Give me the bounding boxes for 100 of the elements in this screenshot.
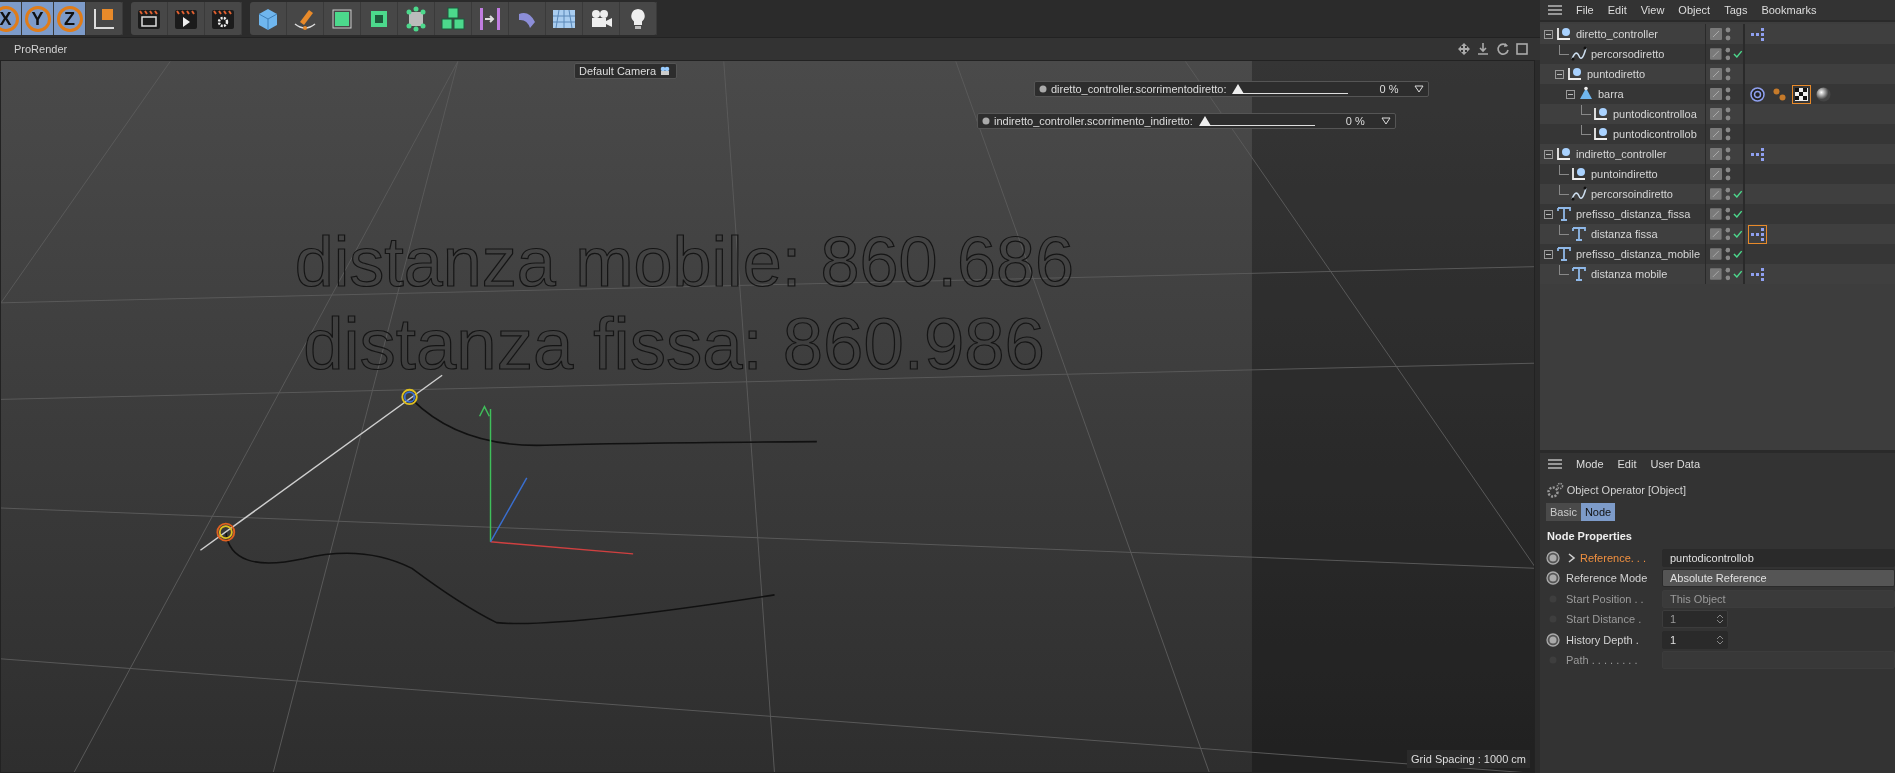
collapse-icon[interactable] bbox=[1544, 29, 1553, 39]
target-tag-icon[interactable] bbox=[1748, 84, 1767, 104]
layer-toggle-icon[interactable] bbox=[1710, 168, 1722, 180]
layer-toggle-icon[interactable] bbox=[1710, 28, 1722, 40]
property-label: Reference. . . bbox=[1580, 550, 1647, 566]
property-label: Path . . . . . . . . bbox=[1566, 653, 1638, 668]
cone-object-icon bbox=[1578, 86, 1594, 102]
layer-toggle-icon[interactable] bbox=[1710, 48, 1722, 60]
layer-toggle-icon[interactable] bbox=[1710, 248, 1722, 260]
layer-toggle-icon[interactable] bbox=[1710, 228, 1722, 240]
property-label: Start Distance . bbox=[1566, 612, 1642, 627]
layer-toggle-icon[interactable] bbox=[1710, 268, 1722, 280]
layer-toggle-icon[interactable] bbox=[1710, 68, 1722, 80]
layer-toggle-icon[interactable] bbox=[1710, 148, 1722, 160]
object-title: Object Operator [Object] bbox=[1566, 483, 1686, 498]
object-row[interactable]: puntodicontrolloa bbox=[1540, 104, 1705, 124]
checkmark-icon[interactable] bbox=[1733, 210, 1743, 218]
layer-toggle-icon[interactable] bbox=[1710, 128, 1722, 140]
slider-thumb[interactable] bbox=[1198, 116, 1211, 126]
checkmark-icon[interactable] bbox=[1733, 230, 1743, 238]
menu-item[interactable]: Mode bbox=[1576, 455, 1604, 473]
number-field[interactable]: 1 bbox=[1662, 630, 1728, 649]
visibility-dots-icon[interactable] bbox=[1725, 107, 1731, 121]
menu-item[interactable]: User Data bbox=[1650, 455, 1701, 473]
tab[interactable]: Node bbox=[1580, 502, 1616, 521]
checkmark-icon[interactable] bbox=[1733, 270, 1743, 278]
checkmark-icon[interactable] bbox=[1733, 50, 1743, 58]
spline-object-icon bbox=[1571, 186, 1587, 202]
object-row[interactable]: distanza fissa bbox=[1540, 224, 1705, 244]
checker-tag-icon[interactable] bbox=[1792, 84, 1811, 104]
visibility-dots-icon[interactable] bbox=[1724, 267, 1731, 281]
layer-toggle-icon[interactable] bbox=[1710, 88, 1722, 100]
rotate-icon[interactable] bbox=[1495, 42, 1510, 56]
menu-item[interactable]: Object bbox=[1678, 1, 1711, 19]
menu-item[interactable]: Edit bbox=[1607, 1, 1627, 19]
maximize-icon[interactable] bbox=[1515, 42, 1529, 56]
object-row[interactable]: distanza mobile bbox=[1540, 264, 1705, 284]
animation-radio-icon[interactable] bbox=[1546, 550, 1560, 565]
dropdown-caret-icon[interactable] bbox=[1380, 117, 1391, 125]
text-object-icon bbox=[1556, 206, 1572, 222]
chevron-right-icon[interactable] bbox=[1566, 552, 1576, 563]
visibility-dots-icon[interactable] bbox=[1725, 67, 1731, 81]
object-row[interactable]: percorsoindiretto bbox=[1540, 184, 1705, 204]
viewport-menu-item[interactable]: ProRender bbox=[14, 40, 68, 58]
collapse-icon[interactable] bbox=[1544, 149, 1553, 159]
field-value: 1 bbox=[1670, 632, 1677, 648]
layer-toggle-icon[interactable] bbox=[1710, 188, 1722, 200]
visibility-dots-icon[interactable] bbox=[1724, 47, 1731, 61]
down-arrow-icon[interactable] bbox=[1476, 42, 1490, 56]
camera-label[interactable]: Default Camera bbox=[574, 63, 678, 79]
object-row[interactable]: puntodiretto bbox=[1540, 64, 1705, 84]
section-heading: Node Properties bbox=[1546, 529, 1633, 544]
collapse-icon[interactable] bbox=[1544, 249, 1553, 259]
text-object-icon bbox=[1571, 266, 1587, 282]
property-label: Reference Mode bbox=[1566, 571, 1648, 586]
visibility-dots-icon[interactable] bbox=[1725, 167, 1731, 181]
animation-radio-icon[interactable] bbox=[1546, 571, 1560, 586]
menu-icon[interactable] bbox=[1548, 5, 1562, 15]
menu-item[interactable]: View bbox=[1640, 1, 1665, 19]
scene-text: distanza mobile: 860.686 bbox=[294, 223, 1074, 301]
slider-label: indiretto_controller.scorrimento_indiretto: bbox=[994, 113, 1193, 129]
menu-icon[interactable] bbox=[1548, 459, 1562, 469]
move-icon[interactable] bbox=[1456, 42, 1471, 56]
visibility-dots-icon[interactable] bbox=[1725, 27, 1731, 41]
spline-object-icon bbox=[1571, 46, 1587, 62]
cubes-icon bbox=[440, 5, 466, 32]
axis-lock-button[interactable]: X bbox=[0, 2, 22, 35]
menu-item[interactable]: Tags bbox=[1724, 1, 1748, 19]
text-object-icon bbox=[1556, 246, 1572, 262]
axis-lock-button[interactable]: Z bbox=[54, 2, 86, 35]
link-field[interactable]: puntodicontrollob bbox=[1662, 548, 1895, 567]
object-row[interactable]: diretto_controller bbox=[1540, 24, 1705, 44]
spinner-arrows-icon[interactable] bbox=[1716, 633, 1724, 646]
collapse-icon[interactable] bbox=[1566, 89, 1575, 99]
menu-item[interactable]: Bookmarks bbox=[1761, 1, 1817, 19]
node-tag-icon[interactable] bbox=[1748, 224, 1767, 244]
visibility-dots-icon[interactable] bbox=[1724, 187, 1731, 201]
axis-lock-button[interactable]: Y bbox=[22, 2, 54, 35]
menu-item[interactable]: Edit bbox=[1617, 455, 1637, 473]
layer-toggle-icon[interactable] bbox=[1710, 208, 1722, 220]
visibility-dots-icon[interactable] bbox=[1724, 247, 1731, 261]
dropdown-field[interactable]: Absolute Reference bbox=[1662, 569, 1895, 588]
visibility-dots-icon[interactable] bbox=[1724, 227, 1731, 241]
slider-thumb[interactable] bbox=[1232, 84, 1245, 94]
field-value: Absolute Reference bbox=[1670, 571, 1767, 586]
collapse-icon[interactable] bbox=[1555, 69, 1564, 79]
checkmark-icon[interactable] bbox=[1733, 190, 1743, 198]
visibility-dots-icon[interactable] bbox=[1725, 87, 1731, 101]
tab[interactable]: Basic bbox=[1546, 502, 1581, 521]
visibility-dots-icon[interactable] bbox=[1724, 207, 1731, 221]
layer-toggle-icon[interactable] bbox=[1710, 108, 1722, 120]
checkmark-icon[interactable] bbox=[1733, 250, 1743, 258]
collapse-icon[interactable] bbox=[1544, 209, 1553, 219]
visibility-dots-icon[interactable] bbox=[1725, 127, 1731, 141]
dropdown-caret-icon[interactable] bbox=[1414, 85, 1425, 93]
object-row[interactable]: indiretto_controller bbox=[1540, 144, 1705, 164]
menu-item[interactable]: File bbox=[1576, 1, 1594, 19]
visibility-dots-icon[interactable] bbox=[1725, 147, 1731, 161]
null-object-icon bbox=[1556, 146, 1572, 162]
animation-radio-icon[interactable] bbox=[1546, 632, 1560, 647]
